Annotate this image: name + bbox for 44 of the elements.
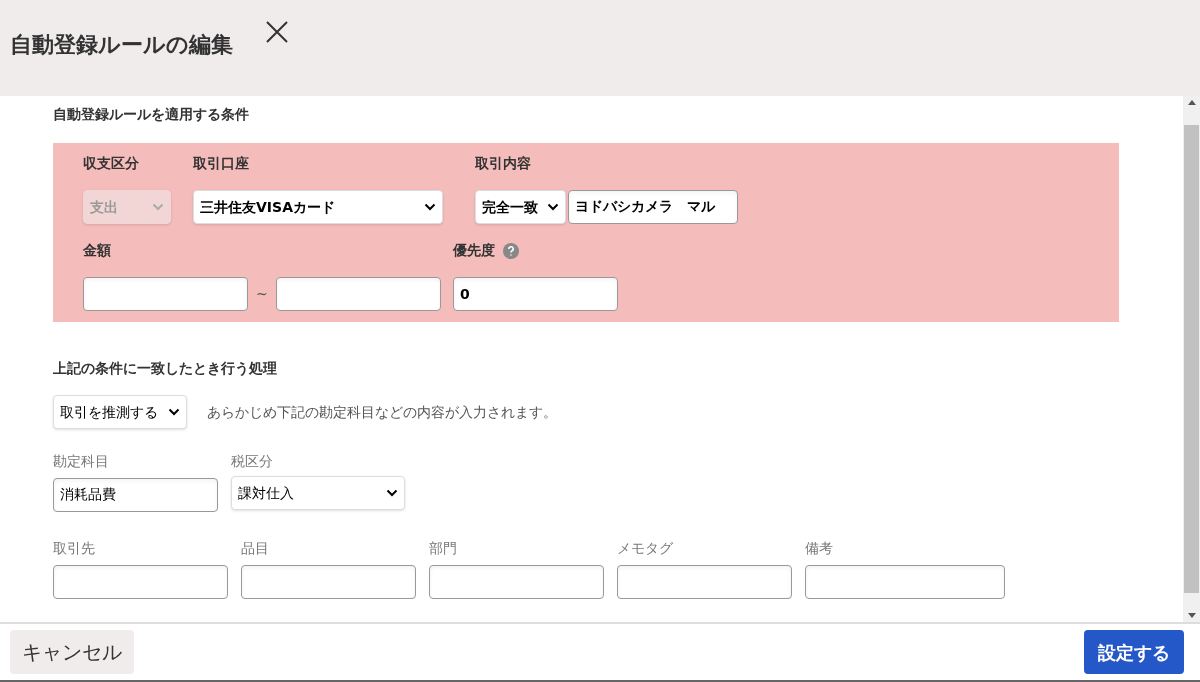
chevron-down-icon — [424, 203, 436, 211]
close-icon[interactable] — [265, 20, 289, 44]
input-field[interactable] — [429, 565, 604, 599]
chevron-down-icon — [547, 203, 559, 211]
input-field[interactable] — [617, 565, 792, 599]
input-field[interactable] — [83, 277, 248, 311]
scroll-down-icon[interactable] — [1187, 613, 1196, 618]
field-label: 勘定科目 — [53, 452, 110, 471]
scrollbar[interactable] — [1183, 96, 1200, 622]
chevron-down-icon — [386, 489, 398, 497]
dropdown[interactable]: 取引を推測する — [53, 395, 187, 429]
field-label: 金額 — [83, 241, 112, 260]
section-heading: 上記の条件に一致したとき行う処理 — [53, 359, 278, 378]
chevron-down-icon — [152, 203, 164, 211]
input-field[interactable] — [241, 565, 416, 599]
range-separator: ~ — [256, 284, 268, 304]
chevron-down-icon — [168, 408, 180, 416]
field-label: 優先度 — [453, 241, 495, 260]
input-field[interactable] — [53, 565, 228, 599]
submit-button[interactable]: 設定する — [1084, 630, 1184, 674]
input-field[interactable]: ヨドバシカメラ マル — [568, 190, 738, 224]
section-heading: 自動登録ルールを適用する条件 — [53, 105, 250, 124]
help-text: あらかじめ下記の勘定科目などの内容が入力されます。 — [207, 402, 557, 422]
help-icon[interactable] — [503, 242, 519, 259]
input-field[interactable] — [275, 277, 441, 311]
dropdown[interactable]: 三井住友VISAカード — [193, 190, 443, 224]
dropdown[interactable]: 完全一致 — [475, 190, 566, 224]
scroll-up-icon[interactable] — [1187, 100, 1196, 105]
field-label: 取引口座 — [193, 154, 250, 173]
field-label: 部門 — [429, 539, 458, 558]
field-label: 備考 — [805, 539, 834, 558]
dialog-title: 自動登録ルールの編集 — [10, 31, 233, 59]
scrollbar-thumb[interactable] — [1184, 125, 1199, 593]
field-label: 税区分 — [231, 452, 274, 471]
dropdown[interactable]: 課対仕入 — [231, 476, 405, 510]
field-label: 取引内容 — [475, 154, 532, 173]
cancel-button[interactable]: キャンセル — [10, 630, 134, 674]
input-field[interactable]: 0 — [453, 277, 618, 311]
input-field[interactable] — [805, 565, 1005, 599]
field-label: 品目 — [241, 539, 270, 558]
field-label: メモタグ — [617, 539, 674, 558]
field-label: 収支区分 — [83, 154, 140, 173]
field-label: 取引先 — [53, 539, 96, 558]
input-field[interactable]: 消耗品費 — [53, 478, 218, 512]
